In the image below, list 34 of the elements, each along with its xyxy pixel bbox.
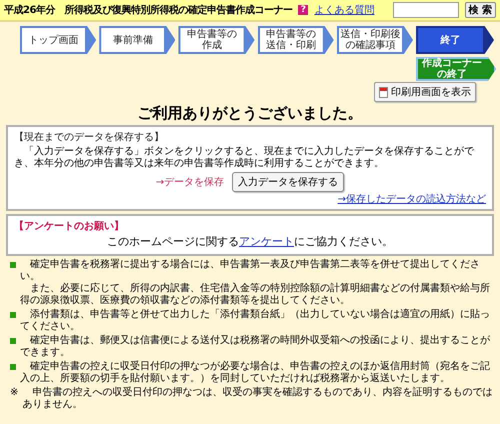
thank-you-heading: ご利用ありがとうございました。: [136, 104, 364, 123]
bullet-icon: [10, 262, 16, 268]
step-tab[interactable]: 申告書等の 作成: [178, 26, 255, 54]
panel-title: 【現在までのデータを保存する】: [14, 130, 165, 144]
note-mark: ※: [10, 387, 18, 400]
save-label: →データを保存: [156, 176, 224, 189]
exit-button[interactable]: 作成コーナー の終了: [416, 57, 496, 81]
help-icon[interactable]: ?: [298, 5, 308, 15]
note-text: また、必要に応じて、所得の内訳書、住宅借入金等の特別控除額の計算明細書などの付属書類や給与所得の源泉徴収票、医療費の領収書などの添付書類等を提出してください。: [20, 283, 491, 307]
search-button[interactable]: 検 索: [464, 2, 496, 18]
print-view-button[interactable]: 印刷用画面を表示: [374, 82, 476, 102]
bullet-icon: [10, 312, 16, 318]
document-icon: [379, 86, 388, 98]
note-text: 添付書類は、申告書等と併せて出力した「添付書類台紙」（出力していない場合は適宜の用紙）に貼ってください。: [20, 309, 491, 333]
save-description: 「入力データを保存する」ボタンをクリックすると、現在までに入力したデータを保存することができ、本年分の他の申告書等又は来年の申告書等作成時に利用することができます。: [14, 146, 475, 170]
step-tab[interactable]: トップ画面: [20, 26, 96, 54]
step-tab[interactable]: 事前準備: [99, 26, 176, 54]
bullet-icon: [10, 364, 16, 370]
faq-link[interactable]: よくある質問: [314, 3, 374, 17]
step-tab[interactable]: 終了: [416, 26, 494, 54]
note-text: 確定申告書を税務署に提出する場合には、申告書第一表及び申告書第二表等を併せて提出してください。: [20, 259, 481, 282]
step-tab[interactable]: 送信・印刷後 の確認事項: [336, 26, 414, 54]
survey-link[interactable]: アンケート: [239, 235, 294, 248]
load-method-link[interactable]: →保存したデータの読込方法など: [338, 192, 486, 206]
note-text: 確定申告書の控えに収受日付印の押なつが必要な場合は、申告書の控えのほか返信用封筒（宛名をご記入の上、所要額の切手を貼付願います。）を同封していただければ税務署から返送いたします。: [20, 361, 491, 385]
note-text: 申告書の控えへの収受日付印の押なつは、収受の事実を確認するものであり、内容を証明するものではありません。: [22, 387, 494, 411]
survey-sentence: このホームページに関する アンケート にご協力ください。: [106, 234, 394, 249]
step-tab[interactable]: 申告書等の 送信・印刷: [258, 26, 334, 54]
page-title: 平成26年分 所得税及び復興特別所得税の確定申告書作成コーナー: [4, 3, 292, 17]
note-text: 確定申告書は、郵便又は信書便による送付又は税務署の時間外収受箱への投函により、提出することができます。: [20, 335, 491, 359]
search-field[interactable]: [392, 2, 459, 18]
bullet-icon: [10, 338, 16, 344]
save-data-button[interactable]: 入力データを保存する: [232, 172, 344, 192]
panel-title: 【アンケートのお願い】: [14, 220, 125, 233]
